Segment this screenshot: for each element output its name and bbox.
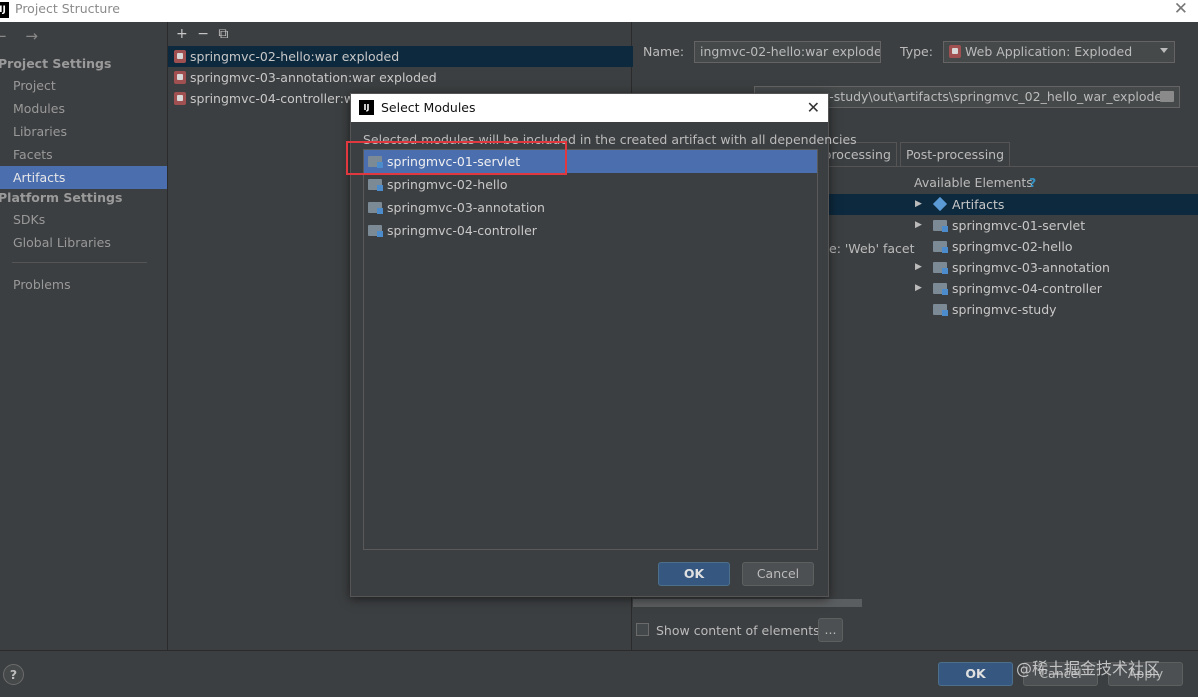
sidebar-item-problems[interactable]: Problems — [0, 273, 167, 296]
tree-item-label: springmvc-01-servlet — [952, 218, 1086, 233]
artifacts-diamond-icon — [932, 196, 948, 212]
war-artifact-icon — [174, 50, 186, 63]
settings-sidebar: ← → Project Settings Project Modules Lib… — [0, 22, 167, 650]
sidebar-item-libraries[interactable]: Libraries — [0, 120, 167, 143]
tree-item-module[interactable]: ▶ springmvc-03-annotation — [915, 257, 1110, 278]
window-titlebar: IJ Project Structure ✕ — [0, 0, 1198, 22]
window-title: Project Structure — [15, 1, 120, 16]
bottom-button-bar: ? OK Cancel Apply @稀土掘金技术社区 — [0, 650, 1198, 697]
module-list-item[interactable]: springmvc-03-annotation — [364, 196, 817, 219]
module-folder-icon — [933, 241, 948, 253]
module-folder-icon — [368, 202, 383, 214]
intellij-app-icon: IJ — [359, 100, 374, 115]
sidebar-item-global-libraries[interactable]: Global Libraries — [0, 231, 167, 254]
more-options-button[interactable]: ... — [818, 618, 843, 642]
horizontal-scrollbar[interactable] — [633, 599, 862, 607]
sidebar-item-facets[interactable]: Facets — [0, 143, 167, 166]
intellij-app-icon: IJ — [0, 2, 9, 18]
platform-settings-header: Platform Settings — [0, 190, 123, 205]
sidebar-divider — [12, 262, 147, 263]
module-label: springmvc-04-controller — [387, 223, 537, 238]
type-label: Type: — [900, 44, 933, 59]
add-icon[interactable]: + — [176, 26, 188, 42]
show-content-label: Show content of elements — [656, 623, 820, 638]
show-content-checkbox[interactable] — [636, 623, 649, 636]
output-directory-value: vc-study\out\artifacts\springmvc_02_hell… — [815, 89, 1171, 104]
artifact-type-value: Web Application: Exploded — [965, 44, 1133, 59]
artifact-list-toolbar: + − ⧉ — [176, 26, 228, 42]
module-folder-icon — [933, 304, 948, 316]
module-label: springmvc-02-hello — [387, 177, 508, 192]
module-label: springmvc-03-annotation — [387, 200, 545, 215]
expand-arrow-icon[interactable]: ▶ — [915, 257, 922, 278]
project-settings-header: Project Settings — [0, 56, 112, 71]
module-folder-icon — [933, 262, 948, 274]
war-artifact-icon — [174, 92, 186, 105]
help-button[interactable]: ? — [3, 664, 24, 685]
sidebar-item-sdks[interactable]: SDKs — [0, 208, 167, 231]
sidebar-item-project[interactable]: Project — [0, 74, 167, 97]
artifact-name-input[interactable]: ingmvc-02-hello:war exploded — [694, 41, 881, 63]
sidebar-item-artifacts[interactable]: Artifacts — [0, 166, 167, 189]
expand-arrow-icon[interactable]: ▶ — [915, 194, 922, 215]
copy-icon[interactable]: ⧉ — [218, 26, 228, 42]
name-label: Name: — [643, 44, 685, 59]
tree-item-artifacts[interactable]: ▶ Artifacts — [915, 194, 1005, 215]
module-folder-icon — [368, 179, 383, 191]
artifact-item-label: springmvc-03-annotation:war exploded — [190, 70, 437, 85]
tree-item-module[interactable]: springmvc-study — [933, 299, 1057, 320]
sidebar-item-modules[interactable]: Modules — [0, 97, 167, 120]
expand-arrow-icon[interactable]: ▶ — [915, 278, 922, 299]
module-list: springmvc-01-servlet springmvc-02-hello … — [363, 149, 818, 550]
dialog-close-icon[interactable]: ✕ — [807, 94, 820, 122]
remove-icon[interactable]: − — [197, 26, 209, 42]
module-folder-icon — [368, 225, 383, 237]
dialog-titlebar: IJ Select Modules ✕ — [351, 94, 828, 122]
artifact-item[interactable]: springmvc-03-annotation:war exploded — [168, 67, 633, 88]
tree-item-label: springmvc-04-controller — [952, 281, 1102, 296]
tree-item-label: springmvc-study — [952, 302, 1057, 317]
tree-item-module[interactable]: ▶ springmvc-01-servlet — [915, 215, 1086, 236]
tab-post-processing[interactable]: Post-processing — [900, 142, 1011, 166]
web-app-icon — [949, 45, 961, 58]
web-facet-text: e: 'Web' facet — [829, 241, 915, 256]
war-artifact-icon — [174, 71, 186, 84]
tree-item-module[interactable]: ▶ springmvc-04-controller — [915, 278, 1102, 299]
dialog-ok-button[interactable]: OK — [658, 562, 730, 586]
dialog-cancel-button[interactable]: Cancel — [742, 562, 814, 586]
help-icon[interactable]: ? — [1029, 175, 1036, 190]
artifact-item[interactable]: springmvc-02-hello:war exploded — [168, 46, 633, 67]
tree-item-module[interactable]: springmvc-02-hello — [933, 236, 1073, 257]
watermark-text: @稀土掘金技术社区 — [1016, 659, 1161, 678]
tree-item-label: Artifacts — [952, 197, 1005, 212]
module-folder-icon — [933, 220, 948, 232]
folder-browse-icon[interactable] — [1160, 91, 1174, 102]
ok-button[interactable]: OK — [938, 662, 1013, 686]
artifact-type-select[interactable]: Web Application: Exploded — [943, 41, 1175, 63]
highlight-box — [346, 141, 567, 175]
expand-arrow-icon[interactable]: ▶ — [915, 215, 922, 236]
module-folder-icon — [933, 283, 948, 295]
tree-item-label: springmvc-03-annotation — [952, 260, 1110, 275]
dialog-title: Select Modules — [381, 100, 476, 115]
window-close-icon[interactable]: ✕ — [1174, 0, 1188, 19]
artifact-item-label: springmvc-02-hello:war exploded — [190, 49, 400, 64]
chevron-down-icon — [1160, 48, 1168, 57]
module-list-item[interactable]: springmvc-04-controller — [364, 219, 817, 242]
tree-item-label: springmvc-02-hello — [952, 239, 1073, 254]
back-forward-arrows-icon[interactable]: ← → — [0, 27, 45, 45]
available-elements-label: Available Elements — [914, 175, 1033, 190]
module-list-item[interactable]: springmvc-02-hello — [364, 173, 817, 196]
